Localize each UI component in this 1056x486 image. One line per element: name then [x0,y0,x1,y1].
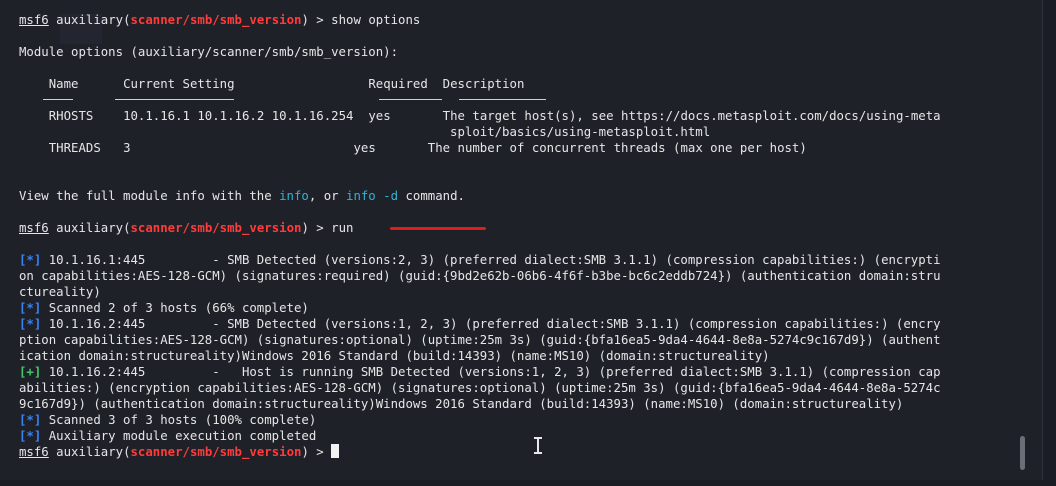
option-description-cont: sploit/basics/using-metasploit.html [450,125,711,139]
output-line: [*] Auxiliary module execution completed [19,428,941,444]
output-line: on capabilities:AES-128-GCM) (signatures… [19,269,941,283]
option-setting: 3 [123,141,131,155]
header-current-setting: Current Setting [123,77,235,91]
prompt-host: msf6 [19,221,49,235]
option-description: The number of concurrent threads (max on… [427,141,807,155]
info-command: info [279,189,309,203]
output-line: [*] 10.1.16.2:445 - SMB Detected (versio… [19,316,941,332]
paren-close: ) [301,13,309,27]
info-hint-prefix: View the full module info with the [19,189,280,203]
options-title: Module options (auxiliary/scanner/smb/sm… [19,45,399,59]
header-required: Required [368,77,428,91]
prompt-line-show-options: msf6 auxiliary(scanner/smb/smb_version) … [19,12,941,28]
option-required: yes [368,109,391,123]
status-tag-info: [*] [19,253,42,267]
paren-open: ( [123,221,131,235]
output-line: 9c167d9}) (authentication domain:structu… [19,397,904,411]
paren-close: ) [301,221,309,235]
output-line: [+] 10.1.16.2:445 - Host is running SMB … [19,364,941,380]
info-d-command: info -d [346,189,399,203]
output-line: ption capabilities:AES-128-GCM) (signatu… [19,333,941,347]
header-underline-current-setting [115,99,234,100]
option-name: THREADS [48,141,101,155]
prompt-host: msf6 [19,445,49,459]
header-underline-description [459,99,546,100]
prompt-context: auxiliary [56,221,124,235]
active-prompt-line[interactable]: msf6 auxiliary(scanner/smb/smb_version) … [19,444,941,460]
paren-open: ( [123,13,131,27]
mouse-ibeam-cursor-icon [533,436,543,454]
info-hint-suffix: command. [398,189,465,203]
paren-close: ) [301,445,309,459]
terminal-output: msf6 auxiliary(scanner/smb/smb_version) … [19,12,941,460]
output-text: 10.1.16.1:445 - SMB Detected (versions:2… [41,253,941,267]
info-hint-line: View the full module info with the info,… [19,188,941,204]
option-description: The target host(s), see https://docs.met… [442,109,941,123]
prompt-context: auxiliary [56,445,124,459]
option-name: RHOSTS [48,109,94,123]
header-name: Name [48,77,79,91]
prompt-module: scanner/smb/smb_version [130,445,302,459]
prompt-host: msf6 [19,13,49,27]
command-text: show options [331,13,421,27]
output-line: [*] Scanned 3 of 3 hosts (100% complete) [19,412,941,428]
prompt-arrow: > [308,221,332,235]
output-line: ctureality) [19,285,101,299]
status-tag-info: [*] [19,429,42,443]
option-setting: 10.1.16.1 10.1.16.2 10.1.16.254 [123,109,354,123]
header-underline-name [43,99,73,100]
output-line: [*] Scanned 2 of 3 hosts (66% complete) [19,300,941,316]
annotation-underline [390,227,486,230]
header-description: Description [442,77,525,91]
output-text: 10.1.16.2:445 - Host is running SMB Dete… [41,365,941,379]
terminal-window[interactable]: msf6 auxiliary(scanner/smb/smb_version) … [0,0,1043,480]
options-row-threads: THREADS 3 yes The number of concurrent t… [19,140,941,156]
status-tag-info: [*] [19,317,42,331]
prompt-arrow: > [308,13,332,27]
options-row-rhosts: RHOSTS 10.1.16.1 10.1.16.2 10.1.16.254 y… [19,108,941,124]
output-text: Auxiliary module execution completed [41,429,317,443]
prompt-module: scanner/smb/smb_version [130,13,302,27]
info-hint-middle: , or [308,189,347,203]
prompt-context: auxiliary [56,13,124,27]
options-header-row: Name Current Setting Required Descriptio… [19,76,941,92]
status-tag-good: [+] [19,365,42,379]
output-line: [*] 10.1.16.1:445 - SMB Detected (versio… [19,252,941,268]
command-text: run [331,221,354,235]
prompt-arrow: > [308,445,332,459]
status-tag-info: [*] [19,413,42,427]
prompt-module: scanner/smb/smb_version [130,221,302,235]
output-text: Scanned 2 of 3 hosts (66% complete) [41,301,309,315]
output-line: abilities:) (encryption capabilities:AES… [19,381,941,395]
text-cursor[interactable] [331,444,340,458]
status-tag-info: [*] [19,301,42,315]
option-required: yes [353,141,376,155]
scrollbar-thumb[interactable] [1020,436,1025,470]
output-line: ication domain:structureality)Windows 20… [19,349,770,363]
options-row-rhosts-cont: sploit/basics/using-metasploit.html [19,124,941,140]
output-text: 10.1.16.2:445 - SMB Detected (versions:1… [41,317,941,331]
header-underline-required [379,99,442,100]
output-text: Scanned 3 of 3 hosts (100% complete) [41,413,317,427]
paren-open: ( [123,445,131,459]
